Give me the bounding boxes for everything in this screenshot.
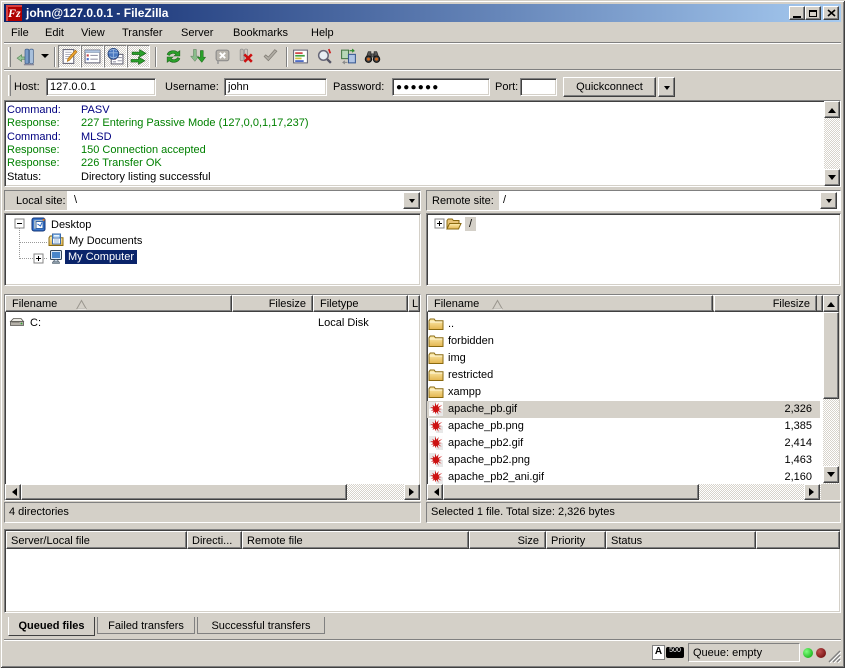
- svg-text:Fz: Fz: [7, 6, 21, 20]
